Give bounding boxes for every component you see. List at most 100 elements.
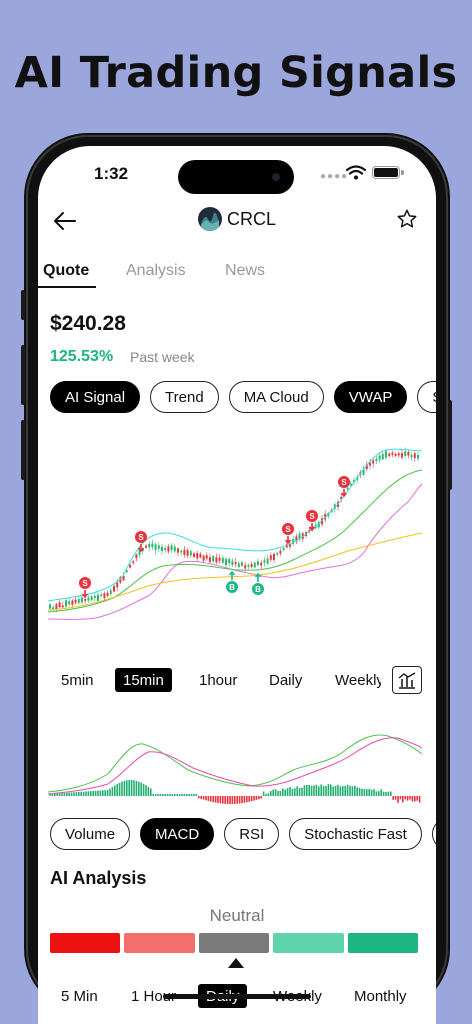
macd-histogram-bar xyxy=(126,780,128,796)
chip-volume[interactable]: Volume xyxy=(50,818,131,850)
tab-news[interactable]: News xyxy=(225,262,265,280)
macd-histogram-bar xyxy=(308,784,310,796)
macd-histogram-bar xyxy=(80,791,82,796)
macd-chart[interactable] xyxy=(48,730,422,810)
timeframe-weekly[interactable]: Weekly xyxy=(335,668,381,692)
chart-timeframe-row: 5min 15min 1hour Daily Weekly xyxy=(38,666,436,694)
macd-histogram-bar xyxy=(217,796,219,803)
macd-histogram-bar xyxy=(66,792,68,796)
macd-histogram-bar xyxy=(402,796,404,803)
candle-body xyxy=(273,553,275,561)
macd-histogram-bar xyxy=(97,790,99,796)
candle-body xyxy=(241,562,243,566)
chip-ai-signal[interactable]: AI Signal xyxy=(50,381,141,413)
timeframe-daily[interactable]: Daily xyxy=(269,668,302,692)
macd-histogram-bar xyxy=(277,790,279,796)
ai-rating-label: Neutral xyxy=(209,906,265,925)
chip-ma-cloud[interactable]: MA Cloud xyxy=(228,381,324,413)
analysis-monthly[interactable]: Monthly xyxy=(354,984,407,1008)
chip-macd[interactable]: MACD xyxy=(140,818,215,850)
chip-vwap[interactable]: VWAP xyxy=(333,381,408,413)
candle-body xyxy=(71,600,74,605)
svg-text:S: S xyxy=(341,478,347,487)
macd-histogram-bar xyxy=(135,780,138,796)
sell-signal-marker[interactable]: S xyxy=(338,476,350,498)
macd-histogram-bar xyxy=(253,796,255,801)
macd-histogram-bar xyxy=(205,796,207,801)
macd-histogram-bar xyxy=(241,796,243,804)
macd-histogram-bar xyxy=(219,796,222,804)
macd-histogram-bar xyxy=(325,786,327,796)
active-tab-underline xyxy=(38,286,96,288)
sell-signal-marker[interactable]: S xyxy=(135,531,147,553)
candle-body xyxy=(109,590,112,595)
back-arrow-icon[interactable] xyxy=(52,208,78,234)
macd-histogram-bar xyxy=(73,792,75,796)
phone-volume-up xyxy=(21,345,25,405)
macd-histogram-bar xyxy=(284,789,286,796)
macd-histogram-bar xyxy=(87,791,90,796)
macd-histogram-bar xyxy=(106,790,109,796)
candle-body xyxy=(218,557,221,561)
macd-histogram-bar xyxy=(145,785,147,796)
candle-body xyxy=(257,561,259,566)
ai-analysis-title: AI Analysis xyxy=(50,868,147,888)
candle-body xyxy=(375,458,378,462)
timeframe-15min[interactable]: 15min xyxy=(115,668,172,692)
chip-stochastic-fast[interactable]: Stochastic Fast xyxy=(289,818,422,850)
candle-body xyxy=(199,553,202,558)
macd-histogram-bar xyxy=(164,794,166,796)
macd-histogram-bar xyxy=(344,785,346,796)
macd-histogram-bar xyxy=(63,792,66,796)
macd-histogram-bar xyxy=(70,792,73,796)
price-chart[interactable]: S S B B S S S xyxy=(48,436,422,636)
candle-body xyxy=(157,545,160,549)
macd-histogram-bar xyxy=(394,796,397,800)
tab-quote[interactable]: Quote xyxy=(43,262,89,280)
buy-signal-marker[interactable]: B xyxy=(252,572,264,595)
gauge-strong-buy xyxy=(347,933,419,953)
buy-signal-marker[interactable]: B xyxy=(226,570,238,593)
macd-histogram-bar xyxy=(138,781,140,796)
star-icon[interactable] xyxy=(396,208,418,230)
candle-body xyxy=(381,454,384,460)
chip-trend[interactable]: Trend xyxy=(150,381,219,413)
candle-body xyxy=(244,565,247,569)
gauge-pointer-icon xyxy=(228,958,244,968)
svg-text:B: B xyxy=(255,585,261,594)
macd-histogram-bar xyxy=(159,794,162,796)
candle-body xyxy=(260,562,263,566)
candle-body xyxy=(276,552,279,555)
chip-sma[interactable]: SMA xyxy=(417,381,436,413)
price-change-percent: 125.53% xyxy=(50,348,114,365)
macd-histogram-bar xyxy=(207,796,210,801)
candle-body xyxy=(135,554,138,559)
candle-body xyxy=(193,553,195,557)
bollinger-lower-line xyxy=(48,483,422,620)
macd-histogram-bar xyxy=(200,796,202,799)
macd-histogram-bar xyxy=(181,794,183,796)
candle-body xyxy=(196,553,199,559)
macd-histogram-bar xyxy=(286,788,289,796)
macd-histogram-bar xyxy=(318,786,320,796)
candle-body xyxy=(100,594,103,597)
macd-histogram-bar xyxy=(61,793,63,796)
macd-histogram-bar xyxy=(327,784,330,796)
macd-histogram-bar xyxy=(385,791,387,796)
macd-histogram-bar xyxy=(303,785,306,796)
analysis-5min[interactable]: 5 Min xyxy=(61,984,98,1008)
candle-body xyxy=(154,544,157,551)
macd-histogram-bar xyxy=(236,796,238,804)
chip-more[interactable]: W xyxy=(431,818,436,850)
candle-body xyxy=(167,546,170,552)
timeframe-1hour[interactable]: 1hour xyxy=(199,668,237,692)
macd-histogram-bar xyxy=(368,788,370,796)
chart-settings-button[interactable] xyxy=(392,666,422,694)
macd-histogram-bar xyxy=(238,796,241,804)
chip-rsi[interactable]: RSI xyxy=(224,818,280,850)
tab-analysis[interactable]: Analysis xyxy=(126,262,186,280)
candle-body xyxy=(253,562,256,568)
macd-histogram-bar xyxy=(133,780,135,796)
candle-body xyxy=(234,562,237,565)
timeframe-5min[interactable]: 5min xyxy=(61,668,94,692)
